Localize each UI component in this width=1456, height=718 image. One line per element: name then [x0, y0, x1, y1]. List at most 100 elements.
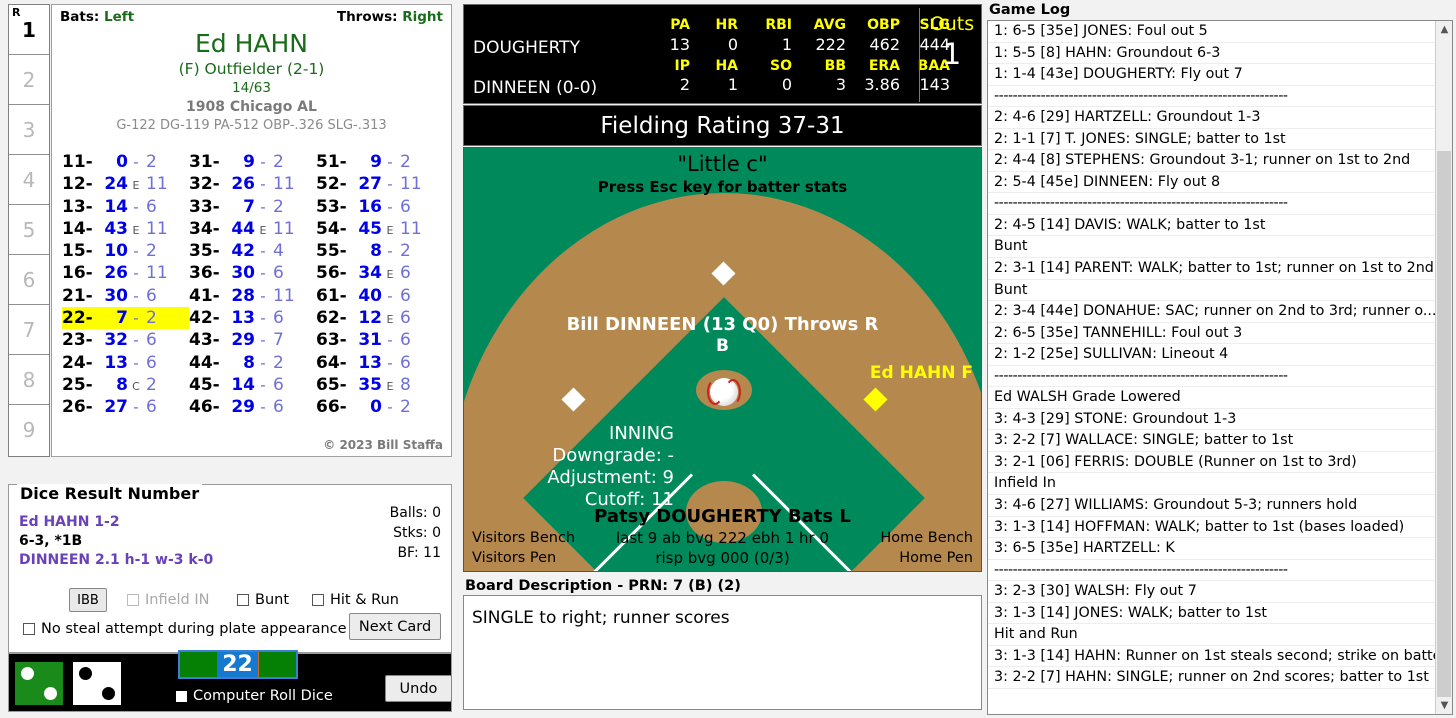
hit-and-run-checkbox[interactable]: Hit & Run	[312, 592, 399, 608]
game-log-entry[interactable]: ----------------------------------------…	[988, 560, 1435, 582]
game-log-entry[interactable]: 3: 2-2 [7] HAHN: SINGLE; runner on 2nd s…	[988, 667, 1435, 689]
game-log-entry[interactable]: Ed WALSH Grade Lowered	[988, 387, 1435, 409]
grid-entry-26[interactable]: 26- 27-6	[62, 396, 189, 418]
grid-entry-25[interactable]: 25- 8 C 2	[62, 374, 189, 396]
game-log-entry[interactable]: Hit and Run	[988, 624, 1435, 646]
grid-entry-36[interactable]: 36- 30-6	[189, 262, 316, 284]
bunt-checkbox[interactable]: Bunt	[237, 592, 289, 608]
game-log-entry[interactable]: 2: 3-4 [44e] DONAHUE: SAC; runner on 2nd…	[988, 301, 1435, 323]
game-log-entry[interactable]: Infield In	[988, 473, 1435, 496]
game-log-entry[interactable]: 2: 3-1 [14] PARENT: WALK; batter to 1st;…	[988, 258, 1435, 280]
grid-entry-66[interactable]: 66- 0-2	[316, 396, 443, 418]
grid-entry-21[interactable]: 21- 30-6	[62, 285, 189, 307]
die-green[interactable]	[15, 662, 63, 705]
next-card-button[interactable]: Next Card	[349, 613, 441, 640]
game-log-entry[interactable]: 3: 1-3 [14] JONES: WALK; batter to 1st	[988, 603, 1435, 625]
grid-entry-44[interactable]: 44- 8-2	[189, 352, 316, 374]
grid-entry-65[interactable]: 65- 35 E 8	[316, 374, 443, 396]
pitcher-stat-header-2: SO	[770, 58, 792, 74]
runs-cell-inning-8[interactable]: 8	[9, 355, 49, 405]
grid-entry-12[interactable]: 12- 24 E 11	[62, 173, 189, 195]
game-log-entry[interactable]: 2: 1-2 [25e] SULLIVAN: Lineout 4	[988, 344, 1435, 366]
scroll-down-arrow[interactable]: ▼	[1436, 697, 1452, 714]
scrollbar-thumb[interactable]	[1437, 151, 1451, 711]
grid-entry-23[interactable]: 23- 32-6	[62, 329, 189, 351]
grid-entry-16[interactable]: 16- 26-11	[62, 262, 189, 284]
visitors-pen-link[interactable]: Visitors Pen	[472, 548, 575, 568]
game-log-scrollbar[interactable]: ▲ ▼	[1435, 21, 1452, 714]
game-log-entry[interactable]: 3: 4-3 [29] STONE: Groundout 1-3	[988, 409, 1435, 431]
grid-entry-56[interactable]: 56- 34 E 6	[316, 262, 443, 284]
grid-entry-24[interactable]: 24- 13-6	[62, 352, 189, 374]
game-log-entry[interactable]: 3: 2-2 [7] WALLACE: SINGLE; batter to 1s…	[988, 430, 1435, 452]
grid-entry-53[interactable]: 53- 16-6	[316, 196, 443, 218]
game-log-entry[interactable]: 2: 4-5 [14] DAVIS: WALK; batter to 1st	[988, 215, 1435, 237]
grid-entry-46[interactable]: 46- 29-6	[189, 396, 316, 418]
grid-entry-35[interactable]: 35- 42-4	[189, 240, 316, 262]
grid-entry-11[interactable]: 11- 0-2	[62, 151, 189, 173]
game-log-entry[interactable]: 2: 5-4 [45e] DINNEEN: Fly out 8	[988, 172, 1435, 194]
home-pen-link[interactable]: Home Pen	[880, 548, 973, 568]
game-log-entry[interactable]: 3: 2-3 [30] WALSH: Fly out 7	[988, 581, 1435, 603]
grid-entry-42[interactable]: 42- 13-6	[189, 307, 316, 329]
game-log-box[interactable]: 1: 6-5 [35e] JONES: Foul out 5 1: 5-5 [8]…	[987, 20, 1453, 715]
visitors-bench-link[interactable]: Visitors Bench	[472, 528, 575, 548]
grid-entry-64[interactable]: 64- 13-6	[316, 352, 443, 374]
grid-entry-32[interactable]: 32- 26-11	[189, 173, 316, 195]
runs-cell-inning-7[interactable]: 7	[9, 305, 49, 355]
runs-cell-inning-9[interactable]: 9	[9, 405, 49, 455]
game-log-entry[interactable]: 2: 4-4 [8] STEPHENS: Groundout 3-1; runn…	[988, 150, 1435, 172]
grid-entry-62[interactable]: 62- 12 E 6	[316, 307, 443, 329]
grid-entry-41[interactable]: 41- 28-11	[189, 285, 316, 307]
runs-cell-inning-4[interactable]: 4	[9, 155, 49, 205]
game-log-entry[interactable]: 3: 1-3 [14] HAHN: Runner on 1st steals s…	[988, 646, 1435, 668]
infield-in-checkbox[interactable]: Infield IN	[127, 592, 210, 608]
runs-cell-inning-6[interactable]: 6	[9, 255, 49, 305]
undo-button[interactable]: Undo	[385, 675, 452, 702]
grid-entry-31[interactable]: 31- 9-2	[189, 151, 316, 173]
ibb-button[interactable]: IBB	[69, 588, 107, 612]
game-log-entry[interactable]: 1: 5-5 [8] HAHN: Groundout 6-3	[988, 43, 1435, 65]
scroll-up-arrow[interactable]: ▲	[1436, 21, 1452, 38]
game-log-entry[interactable]: 3: 1-3 [14] HOFFMAN: WALK; batter to 1st…	[988, 517, 1435, 539]
grid-entry-63[interactable]: 63- 31-6	[316, 329, 443, 351]
game-log-entry[interactable]: 3: 6-5 [35e] HARTZELL: K	[988, 538, 1435, 560]
grid-entry-34[interactable]: 34- 44 E 11	[189, 218, 316, 240]
die-white[interactable]	[73, 662, 121, 705]
game-log-entry[interactable]: 3: 2-1 [06] FERRIS: DOUBLE (Runner on 1s…	[988, 452, 1435, 474]
grid-entry-45[interactable]: 45- 14-6	[189, 374, 316, 396]
game-log-entry[interactable]: 2: 1-1 [7] T. JONES: SINGLE; batter to 1…	[988, 129, 1435, 151]
game-log-entry[interactable]: 1: 6-5 [35e] JONES: Foul out 5	[988, 21, 1435, 43]
grid-entry-51[interactable]: 51- 9-2	[316, 151, 443, 173]
runs-cell-inning-3[interactable]: 3	[9, 105, 49, 155]
grid-entry-54[interactable]: 54- 45 E 11	[316, 218, 443, 240]
runs-cell-inning-5[interactable]: 5	[9, 205, 49, 255]
grid-entry-33[interactable]: 33- 7-2	[189, 196, 316, 218]
game-log-entry[interactable]: ----------------------------------------…	[988, 86, 1435, 108]
runs-cell-inning-1[interactable]: 1	[9, 5, 49, 55]
computer-roll-checkbox[interactable]: Computer Roll Dice	[176, 688, 333, 704]
grid-entry-13[interactable]: 13- 14-6	[62, 196, 189, 218]
game-log-entry[interactable]: ----------------------------------------…	[988, 193, 1435, 215]
game-log-entry[interactable]: 1: 1-4 [43e] DOUGHERTY: Fly out 7	[988, 64, 1435, 86]
grid-key: 41-	[189, 285, 220, 306]
grid-entry-43[interactable]: 43- 29-7	[189, 329, 316, 351]
grid-entry-52[interactable]: 52- 27-11	[316, 173, 443, 195]
runs-cell-inning-2[interactable]: 2	[9, 55, 49, 105]
game-log-entry[interactable]: Bunt	[988, 236, 1435, 259]
game-log-entry[interactable]: ----------------------------------------…	[988, 366, 1435, 388]
board-description-box[interactable]: SINGLE to right; runner scores	[463, 595, 982, 710]
game-log-entry[interactable]: 3: 4-6 [27] WILLIAMS: Groundout 5-3; run…	[988, 495, 1435, 517]
no-steal-checkbox[interactable]: No steal attempt during plate appearance	[23, 621, 347, 637]
grid-entry-22[interactable]: 22- 7-2	[62, 307, 189, 330]
game-log-entry[interactable]: 2: 4-6 [29] HARTZELL: Groundout 1-3	[988, 107, 1435, 129]
grid-entry-55[interactable]: 55- 8-2	[316, 240, 443, 262]
game-log-entry[interactable]: Bunt	[988, 280, 1435, 302]
game-log-list[interactable]: 1: 6-5 [35e] JONES: Foul out 5 1: 5-5 [8]…	[988, 21, 1435, 714]
grid-entry-14[interactable]: 14- 43 E 11	[62, 218, 189, 240]
grid-entry-61[interactable]: 61- 40-6	[316, 285, 443, 307]
game-log-entry[interactable]: 2: 6-5 [35e] TANNEHILL: Foul out 3	[988, 323, 1435, 345]
home-bench-link[interactable]: Home Bench	[880, 528, 973, 548]
baseball-field[interactable]: "Little c" Press Esc key for batter stat…	[463, 147, 982, 572]
grid-entry-15[interactable]: 15- 10-2	[62, 240, 189, 262]
